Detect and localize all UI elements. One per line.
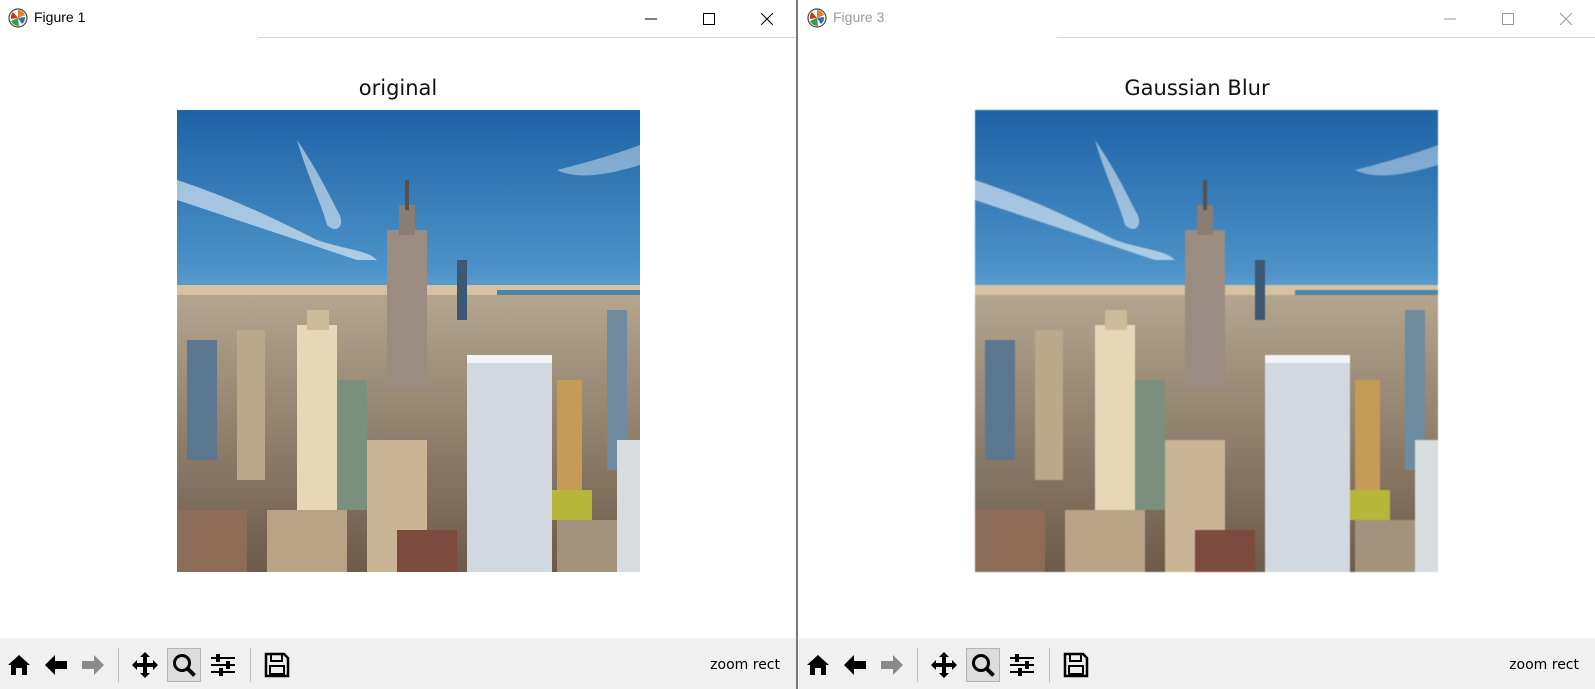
matplotlib-logo-icon	[807, 8, 827, 28]
minimize-button[interactable]	[1421, 0, 1479, 37]
minimize-icon	[645, 18, 657, 19]
minimize-icon	[1444, 18, 1456, 19]
home-button[interactable]	[801, 648, 835, 682]
configure-subplots-button[interactable]	[206, 648, 240, 682]
pan-button[interactable]	[927, 648, 961, 682]
save-button[interactable]	[260, 648, 294, 682]
plot-title: Gaussian Blur	[1124, 76, 1270, 100]
toolbar-separator	[917, 648, 918, 682]
pan-button[interactable]	[128, 648, 162, 682]
back-button[interactable]	[838, 648, 872, 682]
configure-subplots-button[interactable]	[1005, 648, 1039, 682]
close-button[interactable]	[738, 0, 796, 37]
title-bar[interactable]: Figure 1	[0, 0, 796, 37]
title-bar[interactable]: Figure 3	[799, 0, 1595, 37]
back-button[interactable]	[39, 648, 73, 682]
city-photo-blurred[interactable]	[975, 110, 1438, 572]
home-icon	[807, 655, 829, 675]
forward-button[interactable]	[76, 648, 110, 682]
home-icon	[8, 655, 30, 675]
forward-arrow-icon	[881, 655, 903, 675]
save-floppy-icon	[1063, 652, 1089, 678]
figure-window-1: Figure 1 original zoom rect	[0, 0, 798, 689]
skyline-image	[177, 110, 640, 572]
close-icon	[1560, 12, 1572, 25]
figure-window-3: Figure 3 Gaussian Blur zoom rect	[799, 0, 1595, 689]
navigation-toolbar: zoom rect	[0, 638, 796, 689]
pan-icon	[931, 652, 957, 678]
zoom-button[interactable]	[966, 648, 1000, 682]
status-message: zoom rect	[710, 657, 780, 673]
configure-subplots-icon	[1010, 654, 1034, 676]
zoom-magnifier-icon	[173, 654, 196, 677]
navigation-toolbar: zoom rect	[799, 638, 1595, 689]
maximize-icon	[1502, 12, 1514, 25]
plot-title: original	[358, 76, 438, 100]
zoom-button[interactable]	[167, 648, 201, 682]
matplotlib-logo-icon	[8, 8, 28, 28]
toolbar-separator	[1049, 648, 1050, 682]
forward-arrow-icon	[82, 655, 104, 675]
close-icon	[761, 12, 773, 25]
status-message: zoom rect	[1509, 657, 1579, 673]
save-floppy-icon	[264, 652, 290, 678]
maximize-icon	[703, 12, 715, 25]
close-button[interactable]	[1537, 0, 1595, 37]
zoom-magnifier-icon	[972, 654, 995, 677]
title-divider	[1057, 37, 1595, 38]
save-button[interactable]	[1059, 648, 1093, 682]
back-arrow-icon	[45, 655, 67, 675]
forward-button[interactable]	[875, 648, 909, 682]
home-button[interactable]	[2, 648, 36, 682]
minimize-button[interactable]	[622, 0, 680, 37]
maximize-button[interactable]	[1479, 0, 1537, 37]
back-arrow-icon	[844, 655, 866, 675]
skyline-image	[975, 110, 1438, 572]
toolbar-separator	[118, 648, 119, 682]
city-photo[interactable]	[177, 110, 640, 572]
title-divider	[258, 37, 796, 38]
window-title: Figure 3	[833, 9, 885, 25]
toolbar-separator	[250, 648, 251, 682]
maximize-button[interactable]	[680, 0, 738, 37]
configure-subplots-icon	[211, 654, 235, 676]
window-title: Figure 1	[34, 9, 86, 25]
pan-icon	[132, 652, 158, 678]
